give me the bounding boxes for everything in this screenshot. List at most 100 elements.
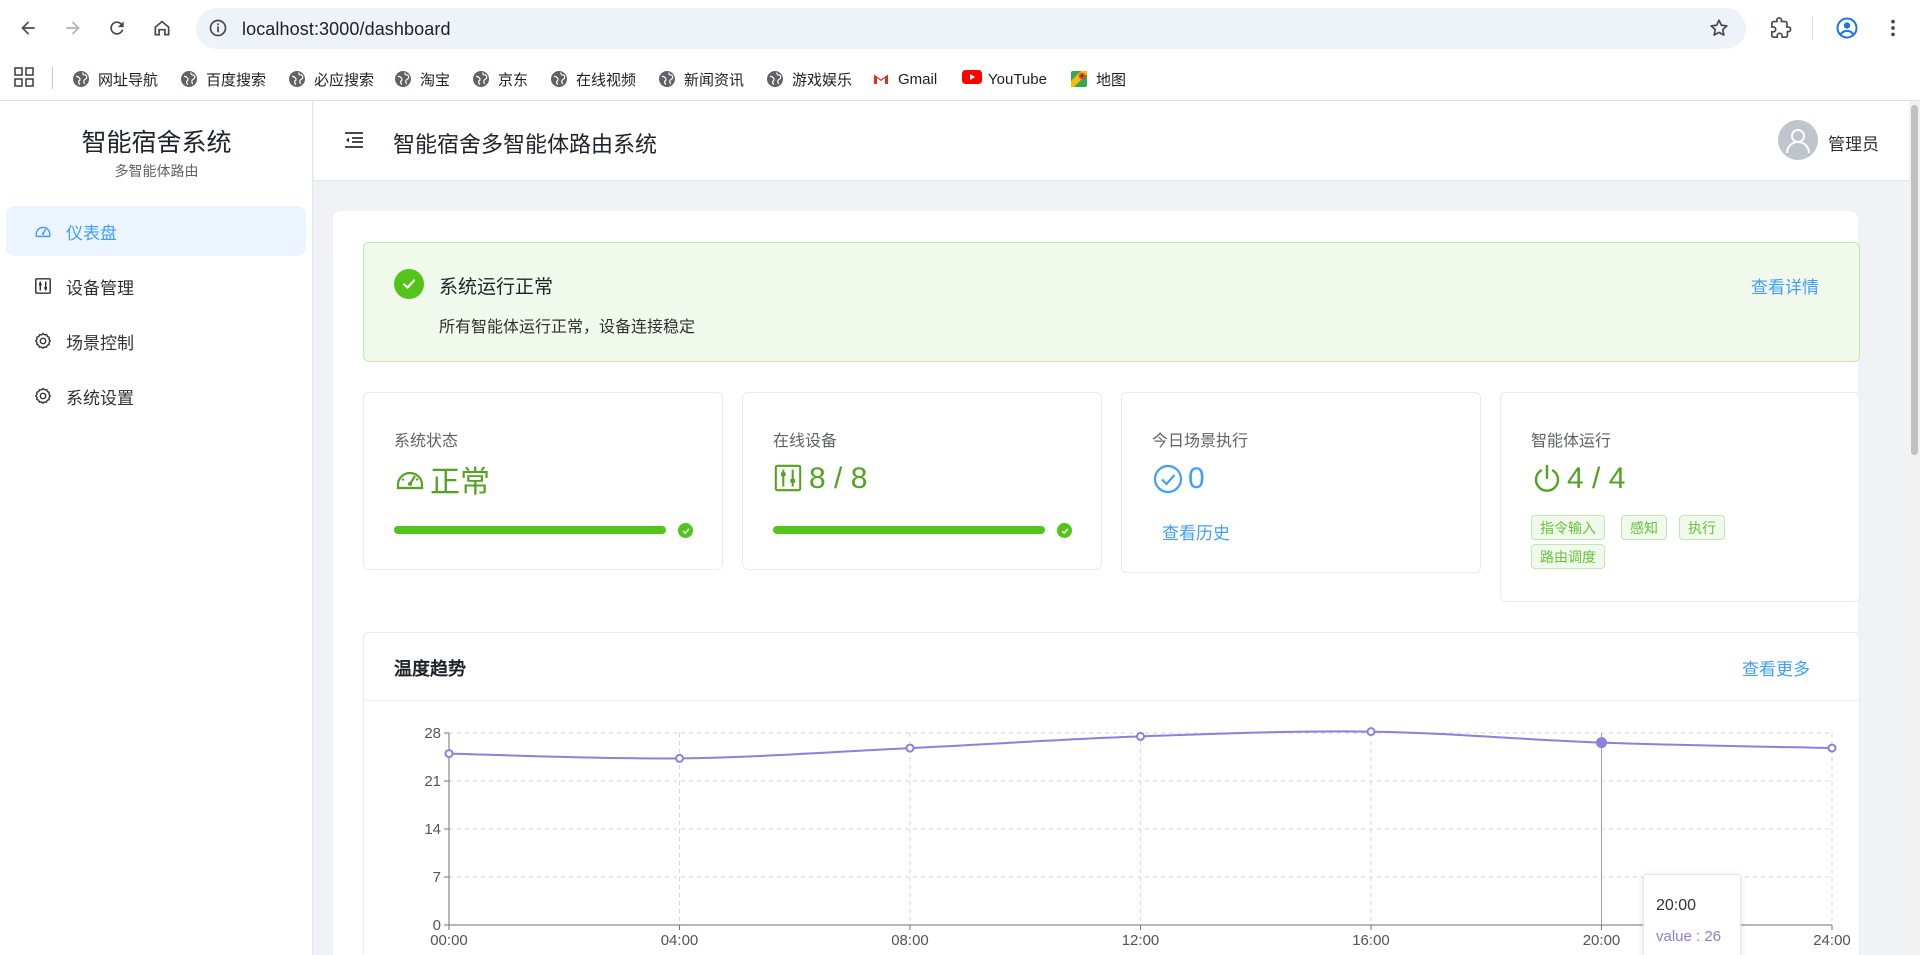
bookmark-label: 新闻资讯 <box>684 71 745 89</box>
extensions-button[interactable] <box>1768 15 1794 41</box>
x-tick-label: 16:00 <box>1352 932 1390 949</box>
stat-label: 在线设备 <box>773 433 838 450</box>
bookmark-label: Gmail <box>898 70 938 88</box>
bookmark-item[interactable]: Gmail <box>872 57 937 101</box>
temperature-chart-card: 温度趋势 查看更多 0 7 14 21 28 00:00 04:00 08:00 12:00 16… <box>363 632 1860 955</box>
youtube-icon <box>962 70 982 88</box>
data-point <box>675 753 684 763</box>
bookmarks-bar: 网址导航 百度搜索 必应搜索 淘宝 京东 在线视频 新闻资讯 游戏娱乐 Gmail YouTube… <box>0 57 1920 101</box>
y-tick-label: 14 <box>424 821 441 838</box>
dashboard-content: 系统运行正常 所有智能体运行正常，设备连接稳定 查看详情 系统状态 正常 在线设… <box>333 211 1860 955</box>
sidebar-item-label: 系统设置 <box>66 388 134 408</box>
alert-title: 系统运行正常 <box>439 277 554 298</box>
bookmark-item[interactable]: 在线视频 <box>550 57 636 101</box>
chart-header: 温度趋势 查看更多 <box>364 633 1859 701</box>
account-circle-icon <box>1836 17 1858 39</box>
tooltip-value-label: value <box>1656 928 1692 945</box>
gear-icon <box>34 332 52 350</box>
stat-card-system-status: 系统状态 正常 <box>363 392 723 570</box>
scrollbar-thumb[interactable] <box>1911 105 1918 455</box>
agent-tag: 路由调度 <box>1531 544 1605 569</box>
sidebar-item-devices[interactable]: 设备管理 <box>6 261 306 311</box>
bookmark-item[interactable]: 百度搜索 <box>180 57 266 101</box>
bookmark-label: 游戏娱乐 <box>792 71 853 89</box>
bookmark-label: 在线视频 <box>576 71 637 89</box>
menu-button[interactable] <box>1880 15 1906 41</box>
x-tick-label: 00:00 <box>430 932 468 949</box>
temperature-line-chart[interactable]: 0714212800:00 04:00 08:00 12:00 16:00 20:00 24… <box>364 701 1859 955</box>
bookmark-item[interactable]: 新闻资讯 <box>658 57 744 101</box>
top-header: 智能宿舍多智能体路由系统 管理员 <box>314 101 1920 181</box>
data-point <box>1136 731 1145 741</box>
bookmark-label: 网址导航 <box>98 71 159 89</box>
back-button[interactable] <box>14 14 42 42</box>
stat-value-text: 8 / 8 <box>809 462 868 495</box>
profile-button[interactable] <box>1834 15 1860 41</box>
bookmark-item[interactable]: 京东 <box>472 57 528 101</box>
app-root: 智能宿舍系统 多智能体路由 仪表盘 设备管理 场景控制 系统设置 智能宿舍多智能… <box>0 101 1920 955</box>
bookmarks-divider <box>52 67 53 89</box>
tooltip-value-number: 26 <box>1704 928 1722 945</box>
bookmark-label: 京东 <box>498 71 529 89</box>
more-vert-icon <box>1891 19 1895 37</box>
speedometer-icon <box>394 463 426 495</box>
view-more-link[interactable]: 查看更多 <box>1742 655 1810 680</box>
data-point <box>1827 743 1837 753</box>
reload-button[interactable] <box>103 14 131 42</box>
x-tick-label: 12:00 <box>1122 932 1160 949</box>
avatar[interactable] <box>1778 120 1818 160</box>
page-scrollbar[interactable] <box>1909 101 1920 955</box>
toolbar-divider <box>1812 16 1813 40</box>
sidebar-item-label: 场景控制 <box>66 333 134 353</box>
bookmark-item[interactable]: 淘宝 <box>394 57 450 101</box>
forward-button[interactable] <box>59 14 87 42</box>
sidebar-item-label: 仪表盘 <box>66 223 117 243</box>
sidebar-item-label: 设备管理 <box>66 278 134 298</box>
system-status-alert: 系统运行正常 所有智能体运行正常，设备连接稳定 查看详情 <box>363 242 1860 362</box>
home-button[interactable] <box>148 14 176 42</box>
stat-value-text: 正常 <box>430 466 490 499</box>
globe-icon <box>180 70 198 88</box>
address-bar[interactable]: localhost:3000/dashboard <box>196 8 1746 49</box>
view-details-link[interactable]: 查看详情 <box>1751 273 1819 298</box>
progress-complete-icon <box>678 523 693 538</box>
x-tick-label: 20:00 <box>1583 932 1621 949</box>
arrow-left-icon <box>21 21 35 35</box>
bookmark-item[interactable]: 游戏娱乐 <box>766 57 852 101</box>
globe-icon <box>550 70 568 88</box>
bookmark-label: YouTube <box>988 70 1047 88</box>
sidebar-item-dashboard[interactable]: 仪表盘 <box>6 206 306 256</box>
tooltip-separator: : <box>1691 928 1705 945</box>
info-icon[interactable] <box>208 18 228 38</box>
tooltip-value: value : 26 <box>1656 928 1721 945</box>
data-point <box>1596 737 1607 749</box>
check-circle-icon <box>1152 463 1184 495</box>
bookmark-item[interactable]: YouTube <box>962 57 1047 101</box>
view-history-link[interactable]: 查看历史 <box>1162 519 1230 544</box>
arrow-right-icon <box>66 21 80 35</box>
agent-tag: 感知 <box>1621 515 1667 540</box>
progress-bar <box>773 526 1045 534</box>
sidebar-item-scenes[interactable]: 场景控制 <box>6 316 306 366</box>
globe-icon <box>766 70 784 88</box>
username[interactable]: 管理员 <box>1828 130 1879 155</box>
x-tick-label: 24:00 <box>1813 932 1851 949</box>
bookmark-item[interactable]: 必应搜索 <box>288 57 374 101</box>
stat-value: 8 / 8 <box>773 459 867 499</box>
stat-value-text: 0 <box>1188 462 1205 495</box>
x-tick-label: 08:00 <box>891 932 929 949</box>
bookmark-item[interactable]: 网址导航 <box>72 57 158 101</box>
maps-icon <box>1070 70 1088 88</box>
stat-label: 系统状态 <box>394 433 459 450</box>
bookmark-star-icon[interactable] <box>1708 17 1730 39</box>
sidebar-item-settings[interactable]: 系统设置 <box>6 371 306 421</box>
bookmark-item[interactable]: 地图 <box>1070 57 1126 101</box>
url-text[interactable]: localhost:3000/dashboard <box>242 19 451 40</box>
apps-grid-icon[interactable] <box>14 67 34 87</box>
power-icon <box>1531 463 1563 495</box>
y-tick-label: 28 <box>424 725 441 742</box>
menu-fold-icon[interactable] <box>342 128 366 152</box>
data-point <box>1366 727 1376 737</box>
data-point <box>444 749 454 759</box>
bookmark-label: 淘宝 <box>420 71 451 89</box>
